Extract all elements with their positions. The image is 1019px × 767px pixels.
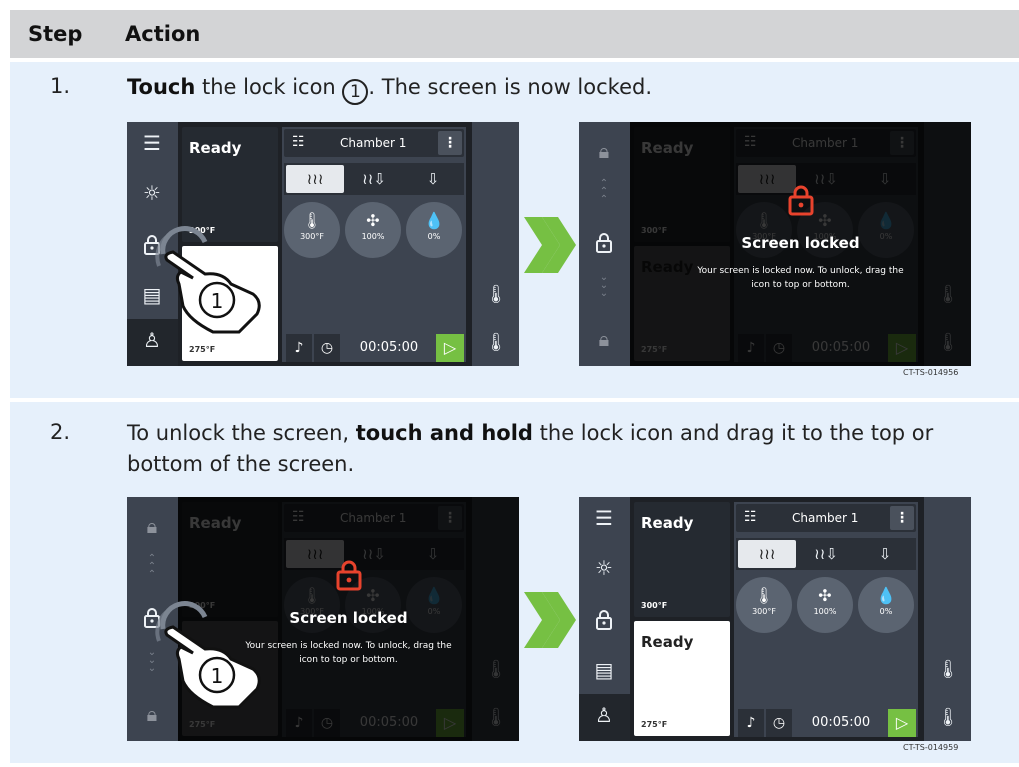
recipe-icon[interactable]: ▤ [591,657,617,683]
chamber-panel: ☷Chamber 1⋮ ≀≀≀≀≀⇩⇩ 🌡300°F ✣100% 💧0% ♪◷0… [734,502,918,737]
lock-message-line: icon to top or bottom. [751,280,850,290]
user-icon[interactable]: ♙ [591,702,617,728]
chamber-name: Chamber 1 [340,136,407,150]
dial-value: 0% [427,232,441,241]
instruction-text: the lock icon [195,75,343,99]
cooldown-icon[interactable]: 🌡 [484,332,508,358]
screenshot-locked: 🔒︎ ⌃⌃⌃ ⌄⌄⌄ 🔒︎ Ready 300°F Ready 275°F ☷C… [579,122,971,366]
more-menu-icon[interactable]: ⋮ [890,506,914,530]
table-header: Step Action [10,10,1019,58]
timer-display[interactable]: 00:05:00 [344,334,434,362]
lock-message-line: icon to top or bottom. [299,655,398,665]
convection-mode-icon[interactable]: ⇩ [404,165,462,193]
humidity-dial[interactable]: 💧 0% [858,577,914,633]
instruction-bold: touch and hold [355,421,533,445]
step-number: 1. [50,74,71,98]
red-lock-icon [336,560,361,591]
header-action: Action [125,22,201,46]
header-step: Step [28,22,83,46]
droplet-icon: 💧 [424,211,444,230]
chamber-name: Chamber 1 [792,511,859,525]
steam-mode-icon[interactable]: ≀≀≀ [286,165,344,193]
dial-value: 300°F [300,232,324,241]
touch-hand-icon: 1 [155,226,261,334]
right-toolbar: 🌡 🌡 [472,122,519,366]
lock-icon[interactable] [591,607,617,633]
temp-readout: 275°F [641,720,668,729]
status-text: Ready [641,633,694,651]
touch-hand-icon: 1 [155,601,261,709]
menu-icon[interactable]: ☰ [139,130,165,156]
screenshot-unlocked-after: ☰ ☼ ▤ ♙ Ready 300°F Ready 275°F ☷ Chamber… [579,497,971,741]
clock-icon[interactable]: ◷ [766,709,792,737]
step-number: 2. [50,420,71,444]
settings-sliders-icon: ☷ [292,134,305,150]
mode-selector: ≀≀≀ ≀≀⇩ ⇩ [284,163,464,195]
status-text: Ready [189,139,242,157]
screenshot-locked-drag: 🔒︎ ⌃⌃⌃ ⌄⌄⌄ 🔒︎ Ready300°F 275°F ☷Chamber … [127,497,519,741]
cooldown-icon[interactable]: 🌡 [936,707,960,733]
preheat-icon[interactable]: 🌡 [936,659,960,685]
humidity-dial[interactable]: 💧 0% [406,202,462,258]
fan-dial[interactable]: ✣ 100% [797,577,853,633]
red-lock-icon [788,185,813,216]
fan-icon: ✣ [366,211,380,230]
callout-marker: 1 [342,79,369,105]
figure-id: CT-TS-014956 [903,368,959,377]
figure-id: CT-TS-014959 [903,743,959,752]
screenshot-unlocked: ☰ ☼ ▤ ♙ Ready 300°F 275°F ☷ Chamber 1 ⋮ … [127,122,519,366]
chamber-selector[interactable]: ☷ Chamber 1 ⋮ [284,129,464,157]
combi-mode-icon[interactable]: ≀≀⇩ [797,540,855,568]
lock-message: Your screen is locked now. To unlock, dr… [630,264,971,292]
left-toolbar-overlay [579,122,630,366]
chamber-selector[interactable]: ☷ Chamber 1 ⋮ [736,504,916,532]
timer-bar: ♪ ◷ 00:05:00 ▷ [284,332,464,364]
instruction-bold: Touch [127,75,196,99]
next-arrow-icon [524,217,576,273]
probe-icon[interactable]: ♪ [738,709,764,737]
convection-mode-icon[interactable]: ⇩ [856,540,914,568]
instruction-text: . The screen is now locked. [368,75,652,99]
clock-icon[interactable]: ◷ [314,334,340,362]
dial-value: 0% [879,607,893,616]
next-arrow-icon [524,592,576,648]
menu-icon[interactable]: ☰ [591,505,617,531]
dial-value: 100% [813,607,837,616]
status-card-bottom[interactable]: Ready 275°F [634,621,730,736]
lock-top-target-icon: 🔒︎ [146,514,158,538]
probe-icon[interactable]: ♪ [286,334,312,362]
chamber-panel: ☷ Chamber 1 ⋮ ≀≀≀ ≀≀⇩ ⇩ 🌡 300°F ✣ 100% 💧 0%… [282,127,466,362]
temp-readout: 300°F [641,601,668,610]
step-instruction: Touch the lock icon 1. The screen is now… [127,72,1007,105]
fan-dial[interactable]: ✣ 100% [345,202,401,258]
start-button[interactable]: ▷ [436,334,464,362]
lock-message-line: Your screen is locked now. To unlock, dr… [697,266,904,276]
thermometer-icon: 🌡 [301,211,323,230]
temp-dial[interactable]: 🌡 300°F [284,202,340,258]
brightness-icon[interactable]: ☼ [139,180,165,206]
step-instruction: To unlock the screen, touch and hold the… [127,418,1007,480]
lock-title: Screen locked [741,234,860,252]
brightness-icon[interactable]: ☼ [591,555,617,581]
preheat-icon[interactable]: 🌡 [484,284,508,310]
dial-value: 300°F [752,607,776,616]
more-menu-icon[interactable]: ⋮ [438,131,462,155]
instruction-text: To unlock the screen, [127,421,356,445]
timer-display[interactable]: 00:05:00 [796,709,886,737]
dial-value: 100% [361,232,385,241]
start-button[interactable]: ▷ [888,709,916,737]
status-card-top[interactable]: Ready 300°F [634,502,730,617]
status-text: Ready [641,514,694,532]
settings-sliders-icon: ☷ [744,509,757,525]
lock-overlay: Screen locked Your screen is locked now.… [630,122,971,366]
hand-callout: 1 [211,664,224,688]
left-toolbar: ☰ ☼ ▤ ♙ [579,497,630,741]
steam-mode-icon[interactable]: ≀≀≀ [738,540,796,568]
hand-callout: 1 [211,289,224,313]
temp-readout: 275°F [189,345,216,354]
combi-mode-icon[interactable]: ≀≀⇩ [345,165,403,193]
temp-dial[interactable]: 🌡 300°F [736,577,792,633]
